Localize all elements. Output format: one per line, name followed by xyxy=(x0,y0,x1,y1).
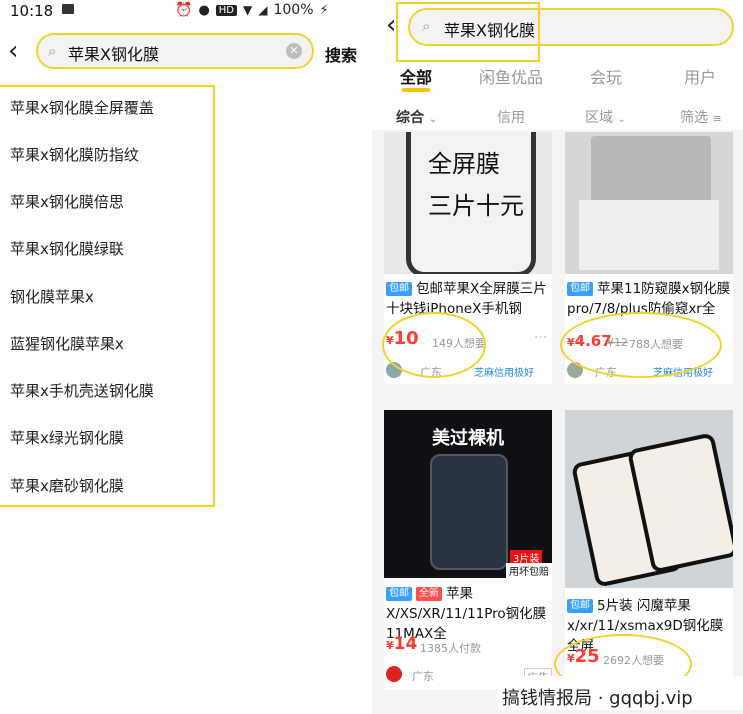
chevron-down-icon: ⌄ xyxy=(428,114,438,125)
tab-xianyu-youpin[interactable]: 闲鱼优品 xyxy=(479,64,543,88)
product-image: 美过裸机 3片装 用坏包赔 xyxy=(384,410,552,578)
image-badge: 用坏包赔 xyxy=(506,563,552,578)
location-icon: ● xyxy=(198,2,210,18)
right-panel: ‹ ⌕ 苹果X钢化膜 全部 闲鱼优品 会玩 用户 综合 ⌄ 信用 区域 ⌄ 筛选… xyxy=(372,0,743,714)
search-icon: ⌕ xyxy=(48,42,57,60)
tab-huiwan[interactable]: 会玩 xyxy=(590,64,622,88)
product-image: 全屏膜 三片十元 xyxy=(384,132,552,274)
seller-location: 广东 xyxy=(412,670,434,683)
avatar xyxy=(386,666,402,682)
filter-label: 区域 xyxy=(585,110,613,126)
price: ¥14 xyxy=(386,634,418,654)
image-caption: 三片十元 xyxy=(428,192,524,220)
credit-badge: 芝麻信用极好 xyxy=(474,368,534,379)
signal-icon: ◢ xyxy=(258,3,268,17)
suggestion-item[interactable]: 蓝猩钢化膜苹果x xyxy=(10,333,124,354)
left-panel: 10:18 ⏰ ● HD ▼ ◢ 100% ⚡ ‹ ⌕ 苹果X钢化膜 ✕ 搜索 … xyxy=(0,0,370,714)
paid-count: 1385人付款 xyxy=(420,642,481,655)
product-card[interactable]: 美过裸机 3片装 用坏包赔 包邮 全新 苹果X/XS/XR/11/11Pro钢化膜1… xyxy=(384,410,552,690)
more-icon[interactable]: ··· xyxy=(534,330,547,346)
watermark: 搞钱情报局 · gqqbj.vip xyxy=(502,688,693,709)
tab-all[interactable]: 全部 xyxy=(400,64,432,88)
suggestion-list: 苹果x钢化膜全屏覆盖 苹果x钢化膜防指纹 苹果x钢化膜倍思 苹果x钢化膜绿联 钢… xyxy=(0,85,215,507)
chevron-down-icon: ⌄ xyxy=(617,114,626,125)
filter-label: 综合 xyxy=(396,110,424,126)
filter-credit[interactable]: 信用 xyxy=(497,107,525,127)
hd-badge: HD xyxy=(215,4,238,16)
back-arrow-icon[interactable]: ‹ xyxy=(386,12,396,38)
suggestion-item[interactable]: 钢化膜苹果x xyxy=(10,286,94,307)
search-query: 苹果X钢化膜 xyxy=(68,45,159,64)
suggestion-item[interactable]: 苹果x绿光钢化膜 xyxy=(10,427,124,448)
wifi-icon: ▼ xyxy=(243,3,253,17)
suggestion-item[interactable]: 苹果x钢化膜防指纹 xyxy=(10,144,139,165)
filter-comprehensive[interactable]: 综合 ⌄ xyxy=(396,107,437,127)
suggestion-item[interactable]: 苹果x钢化膜倍思 xyxy=(10,191,124,212)
tag-free-shipping: 包邮 xyxy=(386,282,412,296)
tab-users[interactable]: 用户 xyxy=(684,64,716,88)
back-arrow-icon[interactable]: ‹ xyxy=(8,38,18,64)
tag-free-shipping: 包邮 xyxy=(567,282,593,296)
charging-icon: ⚡ xyxy=(319,2,329,18)
filter-region[interactable]: 区域 ⌄ xyxy=(585,107,626,127)
suggestion-item[interactable]: 苹果x钢化膜绿联 xyxy=(10,238,124,259)
search-button[interactable]: 搜索 xyxy=(325,42,357,66)
search-input[interactable]: ⌕ 苹果X钢化膜 ✕ xyxy=(36,33,314,69)
image-icon xyxy=(62,4,74,14)
suggestion-item[interactable]: 苹果x磨砂钢化膜 xyxy=(10,475,124,496)
alarm-icon: ⏰ xyxy=(175,2,193,18)
filter-icon: ≡ xyxy=(712,112,722,125)
highlight-circle xyxy=(560,312,722,378)
product-title: 包邮 包邮苹果X全屏膜三片十块钱iPhoneX手机钢 xyxy=(386,279,550,319)
price-value: 14 xyxy=(393,634,418,654)
highlight-circle xyxy=(382,312,486,378)
highlight-box xyxy=(396,2,540,62)
image-caption: 全屏膜 xyxy=(428,150,500,178)
clear-icon[interactable]: ✕ xyxy=(286,43,302,59)
status-icons: ⏰ ● HD ▼ ◢ 100% ⚡ xyxy=(175,2,329,18)
suggestion-item[interactable]: 苹果x钢化膜全屏覆盖 xyxy=(10,97,154,118)
filter-label: 筛选 xyxy=(680,110,708,126)
tab-indicator xyxy=(402,88,430,92)
package-image xyxy=(579,200,719,270)
battery-text: 100% xyxy=(273,2,314,18)
tag-new: 全新 xyxy=(416,587,442,601)
product-image xyxy=(565,132,733,274)
tag-free-shipping: 包邮 xyxy=(567,599,593,613)
suggestion-item[interactable]: 苹果x手机壳送钢化膜 xyxy=(10,380,154,401)
product-image xyxy=(565,410,733,588)
tag-free-shipping: 包邮 xyxy=(386,587,412,601)
status-time: 10:18 xyxy=(10,2,54,20)
image-caption: 美过裸机 xyxy=(432,428,504,449)
filter-screen[interactable]: 筛选 ≡ xyxy=(680,107,722,127)
phone-image xyxy=(430,454,508,570)
